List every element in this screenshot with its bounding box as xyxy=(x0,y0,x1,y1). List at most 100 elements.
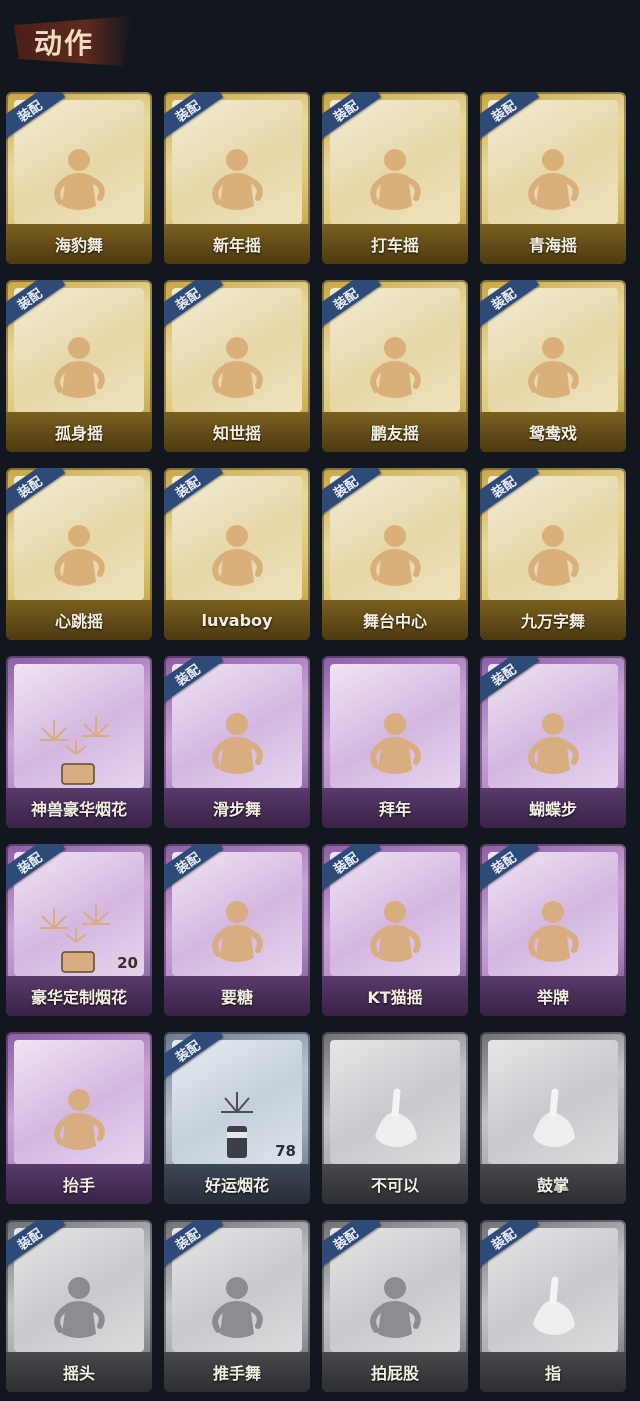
action-card[interactable]: 装配 打车摇 xyxy=(322,92,468,264)
action-name: 拍屁股 xyxy=(370,1364,419,1383)
card-name-bar: 海豹舞 xyxy=(6,224,152,264)
card-name-bar: 九万字舞 xyxy=(480,600,626,640)
card-name-bar: luvaboy xyxy=(164,600,310,640)
card-name-bar: 鸳鸯戏 xyxy=(480,412,626,452)
action-name: 摇头 xyxy=(62,1364,95,1383)
action-name: 举牌 xyxy=(536,988,569,1007)
action-name: KT猫摇 xyxy=(367,988,423,1007)
dance-figure-icon xyxy=(202,146,272,230)
action-card[interactable]: 神兽豪华烟花 xyxy=(6,656,152,828)
card-name-bar: 打车摇 xyxy=(322,224,468,264)
action-card[interactable]: 装配 KT猫摇 xyxy=(322,844,468,1016)
action-card[interactable]: 装配 滑步舞 xyxy=(164,656,310,828)
card-name-bar: 举牌 xyxy=(480,976,626,1016)
action-name: 心跳摇 xyxy=(54,612,103,631)
finger-wag-icon xyxy=(355,1086,435,1160)
push-hands-figure-icon xyxy=(202,1274,272,1358)
card-name-bar: 舞台中心 xyxy=(322,600,468,640)
card-name-bar: 要糖 xyxy=(164,976,310,1016)
head-shake-figure-icon xyxy=(44,1274,114,1358)
card-name-bar: 知世摇 xyxy=(164,412,310,452)
card-name-bar: 孤身摇 xyxy=(6,412,152,452)
dance-figure-icon xyxy=(44,522,114,606)
candy-figure-icon xyxy=(202,898,272,982)
action-name: 好运烟花 xyxy=(204,1176,269,1195)
dance-figure-icon xyxy=(44,334,114,418)
action-card[interactable]: 装配 推手舞 xyxy=(164,1220,310,1392)
action-card[interactable]: 装配 海豹舞 xyxy=(6,92,152,264)
action-card[interactable]: 装配 青海摇 xyxy=(480,92,626,264)
action-name: 鼓掌 xyxy=(536,1176,569,1195)
action-card[interactable]: 装配 孤身摇 xyxy=(6,280,152,452)
card-name-bar: 滑步舞 xyxy=(164,788,310,828)
card-name-bar: 神兽豪华烟花 xyxy=(6,788,152,828)
action-card[interactable]: 装配 舞台中心 xyxy=(322,468,468,640)
fireworks-icon xyxy=(34,710,124,794)
action-name: 神兽豪华烟花 xyxy=(30,800,127,819)
action-name: 新年摇 xyxy=(212,236,261,255)
card-name-bar: 不可以 xyxy=(322,1164,468,1204)
action-card[interactable]: 装配 举牌 xyxy=(480,844,626,1016)
item-count: 20 xyxy=(117,954,138,972)
action-name: 鸳鸯戏 xyxy=(528,424,577,443)
action-card[interactable]: 装配 鹏友摇 xyxy=(322,280,468,452)
dance-figure-icon xyxy=(518,334,588,418)
action-name: 青海摇 xyxy=(528,236,577,255)
dance-figure-icon xyxy=(202,710,272,794)
action-name: 蝴蝶步 xyxy=(528,800,577,819)
card-name-bar: 拍屁股 xyxy=(322,1352,468,1392)
action-name: 指 xyxy=(544,1364,561,1383)
firework-tube-icon xyxy=(207,1086,267,1170)
action-card[interactable]: 不可以 xyxy=(322,1032,468,1204)
action-card[interactable]: 装配 九万字舞 xyxy=(480,468,626,640)
action-name: 拜年 xyxy=(378,800,411,819)
action-card[interactable]: 装配 20 豪华定制烟花 xyxy=(6,844,152,1016)
action-card[interactable]: 鼓掌 xyxy=(480,1032,626,1204)
clapping-hands-icon xyxy=(513,1086,593,1160)
card-name-bar: 心跳摇 xyxy=(6,600,152,640)
dance-figure-icon xyxy=(518,522,588,606)
action-name: 鹏友摇 xyxy=(370,424,419,443)
action-card[interactable]: 装配 知世摇 xyxy=(164,280,310,452)
butt-slap-figure-icon xyxy=(360,1274,430,1358)
card-name-bar: 拜年 xyxy=(322,788,468,828)
action-name: 滑步舞 xyxy=(212,800,261,819)
page-title: 动作 xyxy=(34,27,95,60)
action-card[interactable]: 装配 78 好运烟花 xyxy=(164,1032,310,1204)
action-card[interactable]: 装配 心跳摇 xyxy=(6,468,152,640)
dance-figure-icon xyxy=(518,710,588,794)
fireworks-box-icon xyxy=(34,898,124,982)
card-name-bar: 鼓掌 xyxy=(480,1164,626,1204)
dance-figure-icon xyxy=(360,334,430,418)
action-card[interactable]: 装配 蝴蝶步 xyxy=(480,656,626,828)
action-card[interactable]: 装配 拍屁股 xyxy=(322,1220,468,1392)
action-card[interactable]: 装配 luvaboy xyxy=(164,468,310,640)
action-name: 九万字舞 xyxy=(520,612,585,631)
action-name: 打车摇 xyxy=(370,236,419,255)
dance-figure-icon xyxy=(202,522,272,606)
dance-figure-icon xyxy=(360,522,430,606)
dance-figure-icon xyxy=(202,334,272,418)
action-card[interactable]: 装配 新年摇 xyxy=(164,92,310,264)
action-name: 不可以 xyxy=(370,1176,419,1195)
action-card[interactable]: 拜年 xyxy=(322,656,468,828)
card-name-bar: KT猫摇 xyxy=(322,976,468,1016)
action-card[interactable]: 装配 摇头 xyxy=(6,1220,152,1392)
action-card[interactable]: 装配指 xyxy=(480,1220,626,1392)
action-card[interactable]: 装配 要糖 xyxy=(164,844,310,1016)
bow-figure-icon xyxy=(360,710,430,794)
action-card[interactable]: 装配 鸳鸯戏 xyxy=(480,280,626,452)
action-name: 孤身摇 xyxy=(54,424,103,443)
header: 动作 xyxy=(0,0,640,86)
action-card[interactable]: 抬手 xyxy=(6,1032,152,1204)
action-name: 舞台中心 xyxy=(362,612,427,631)
pointing-hand-icon xyxy=(513,1274,593,1348)
item-count: 78 xyxy=(275,1142,296,1160)
card-name-bar: 蝴蝶步 xyxy=(480,788,626,828)
card-name-bar: 青海摇 xyxy=(480,224,626,264)
card-name-bar: 豪华定制烟花 xyxy=(6,976,152,1016)
action-name: 要糖 xyxy=(220,988,253,1007)
action-name: 推手舞 xyxy=(212,1364,261,1383)
raise-hand-figure-icon xyxy=(44,1086,114,1170)
card-name-bar: 推手舞 xyxy=(164,1352,310,1392)
